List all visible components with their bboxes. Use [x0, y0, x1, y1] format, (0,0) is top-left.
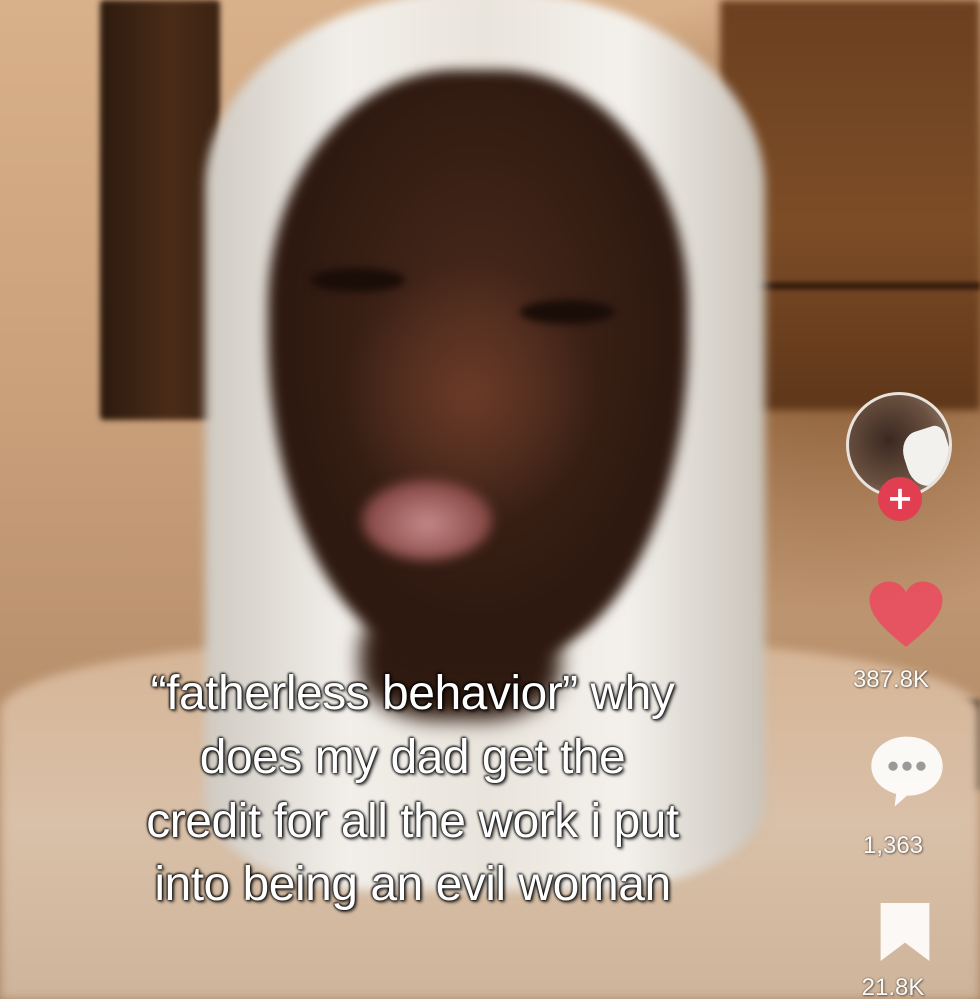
person-lips — [362, 480, 492, 560]
background-picture-frame — [100, 0, 220, 420]
video-frame[interactable]: “fatherless behavior” why does my dad ge… — [0, 0, 980, 999]
person-face — [268, 70, 688, 660]
heart-icon[interactable] — [868, 580, 944, 650]
caption-line: does my dad get the — [199, 730, 626, 784]
caption-line: credit for all the work i put — [146, 794, 679, 848]
video-caption: “fatherless behavior” why does my dad ge… — [40, 662, 785, 917]
plus-icon: + — [886, 479, 914, 517]
person-eye-right — [520, 300, 615, 324]
follow-button[interactable]: + — [878, 477, 922, 521]
comment-count: 1,363 — [862, 832, 924, 859]
speech-bubble-icon[interactable] — [868, 732, 946, 808]
like-count: 387.8K — [852, 666, 930, 693]
background-cabinet-edge — [740, 282, 980, 290]
caption-line: “fatherless behavior” why — [150, 667, 675, 720]
person-eye-left — [310, 268, 405, 292]
caption-line: into being an evil woman — [154, 858, 671, 912]
save-count: 21.8K — [861, 974, 925, 999]
bookmark-icon[interactable] — [874, 900, 936, 964]
